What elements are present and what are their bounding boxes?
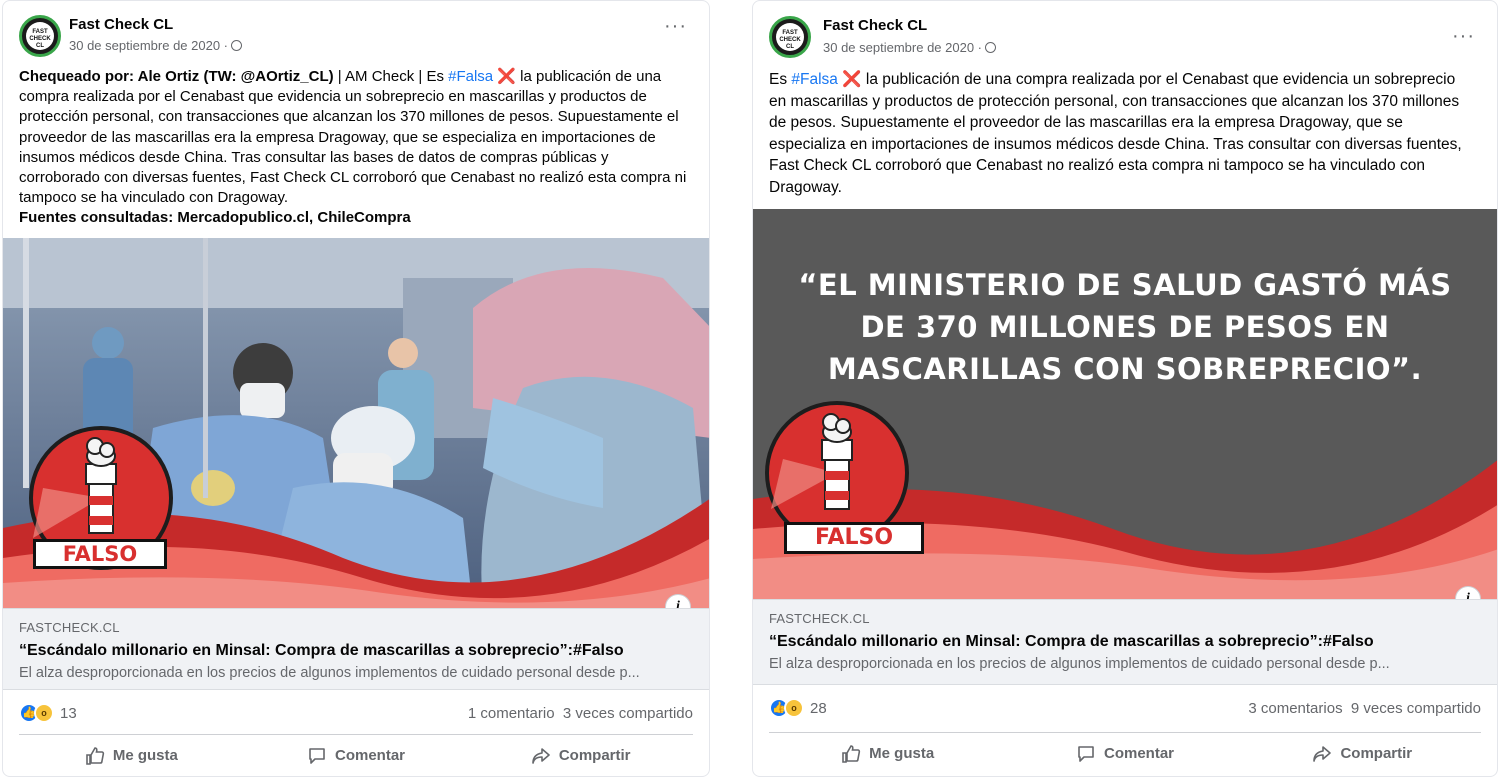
more-options-icon[interactable]: ··· <box>1452 26 1475 46</box>
comment-button[interactable]: Comentar <box>1006 733 1243 774</box>
page-name-link[interactable]: Fast Check CL <box>69 16 173 33</box>
wow-reaction-icon: o <box>784 698 804 718</box>
globe-icon <box>985 42 996 53</box>
post-header: FAST CHECK CL Fast Check CL 30 de septie… <box>753 1 1497 61</box>
comment-button-label: Comentar <box>1103 745 1174 762</box>
post-text: Chequeado por: Ale Ortiz (TW: @AOrtiz_CL… <box>19 67 691 229</box>
like-button-label: Me gusta <box>869 745 935 762</box>
checked-by-label: Chequeado por: Ale Ortiz (TW: @AOrtiz_CL… <box>19 68 334 85</box>
hashtag-link[interactable]: #Falsa <box>448 68 493 85</box>
post-actions: Me gusta Comentar Compartir <box>19 734 693 776</box>
link-title: “Escándalo millonario en Minsal: Compra … <box>19 642 624 659</box>
cross-mark-icon: ❌ <box>497 68 517 85</box>
page-avatar[interactable]: FAST CHECK CL <box>769 16 811 58</box>
comments-count-link[interactable]: 3 comentarios <box>1248 700 1342 717</box>
share-button[interactable]: Compartir <box>1244 733 1481 774</box>
thumbs-up-icon <box>86 746 104 765</box>
page-avatar[interactable]: FAST CHECK CL <box>19 15 61 57</box>
post-image[interactable]: “EL MINISTERIO DE SALUD GASTÓ MÁS DE 370… <box>753 209 1497 601</box>
shares-count-link[interactable]: 3 veces compartido <box>563 705 693 722</box>
reaction-stats: 👍 o 13 1 comentario 3 veces compartido <box>19 699 693 729</box>
comment-icon <box>309 747 325 764</box>
cross-mark-icon: ❌ <box>842 71 862 88</box>
comment-button-label: Comentar <box>335 747 406 764</box>
facebook-post: FAST CHECK CL Fast Check CL 30 de septie… <box>2 0 710 777</box>
sources-label: Fuentes consultadas: Mercadopublico.cl, … <box>19 209 411 227</box>
shares-count-link[interactable]: 9 veces compartido <box>1351 700 1481 717</box>
post-image[interactable]: FALSO i <box>3 238 709 610</box>
comment-share-counts: 3 comentarios 9 veces compartido <box>1248 700 1481 717</box>
avatar-logo-text: FAST CHECK CL <box>26 22 54 50</box>
thumbs-up-icon <box>842 744 861 763</box>
like-button[interactable]: Me gusta <box>19 735 244 776</box>
post-text-body: la publicación de una compra realizada p… <box>19 68 687 207</box>
share-button[interactable]: Compartir <box>468 735 693 776</box>
falso-badge-label: FALSO <box>62 542 138 566</box>
more-options-icon[interactable]: ··· <box>664 16 687 36</box>
post-text-intro: | AM Check | Es <box>333 68 449 85</box>
link-preview[interactable]: FASTCHECK.CL “Escándalo millonario en Mi… <box>3 608 709 690</box>
falso-badge: FALSO <box>33 539 167 569</box>
post-text: Es #Falsa ❌ la publicación de una compra… <box>769 69 1469 199</box>
comment-button[interactable]: Comentar <box>244 735 469 776</box>
post-date[interactable]: 30 de septiembre de 2020 · <box>69 38 242 53</box>
hashtag-link[interactable]: #Falsa <box>791 71 838 88</box>
reaction-count: 13 <box>60 704 77 722</box>
share-icon <box>1313 745 1332 762</box>
reactions-summary[interactable]: 👍 o 13 <box>19 703 77 723</box>
share-button-label: Compartir <box>558 747 631 764</box>
post-header: FAST CHECK CL Fast Check CL 30 de septie… <box>3 1 709 61</box>
facebook-post: FAST CHECK CL Fast Check CL 30 de septie… <box>752 0 1498 777</box>
like-button[interactable]: Me gusta <box>769 733 1006 774</box>
post-actions: Me gusta Comentar Compartir <box>769 732 1481 774</box>
link-preview[interactable]: FASTCHECK.CL “Escándalo millonario en Mi… <box>753 599 1497 685</box>
post-text-intro: Es <box>769 71 792 88</box>
falso-badge: FALSO <box>784 522 924 554</box>
share-button-label: Compartir <box>1340 745 1413 762</box>
comments-count-link[interactable]: 1 comentario <box>468 705 555 722</box>
link-title: “Escándalo millonario en Minsal: Compra … <box>769 633 1374 650</box>
link-description: El alza desproporcionada en los precios … <box>19 665 640 681</box>
share-icon <box>532 747 550 764</box>
comment-share-counts: 1 comentario 3 veces compartido <box>468 705 693 722</box>
link-domain: FASTCHECK.CL <box>769 611 870 626</box>
falso-badge-label: FALSO <box>814 525 894 550</box>
comment-icon <box>1078 745 1094 762</box>
reaction-stats: 👍 o 28 3 comentarios 9 veces compartido <box>769 694 1481 724</box>
link-description: El alza desproporcionada en los precios … <box>769 656 1390 672</box>
page-name-link[interactable]: Fast Check CL <box>823 17 927 34</box>
post-date[interactable]: 30 de septiembre de 2020 · <box>823 40 996 55</box>
link-domain: FASTCHECK.CL <box>19 620 120 635</box>
post-date-text: 30 de septiembre de 2020 · <box>69 38 228 53</box>
post-date-text: 30 de septiembre de 2020 · <box>823 40 982 55</box>
reaction-count: 28 <box>810 699 827 717</box>
wow-reaction-icon: o <box>34 703 54 723</box>
avatar-logo-text: FAST CHECK CL <box>776 23 804 51</box>
post-text-body: la publicación de una compra realizada p… <box>769 71 1462 196</box>
reactions-summary[interactable]: 👍 o 28 <box>769 698 827 718</box>
globe-icon <box>231 40 242 51</box>
like-button-label: Me gusta <box>112 747 178 764</box>
